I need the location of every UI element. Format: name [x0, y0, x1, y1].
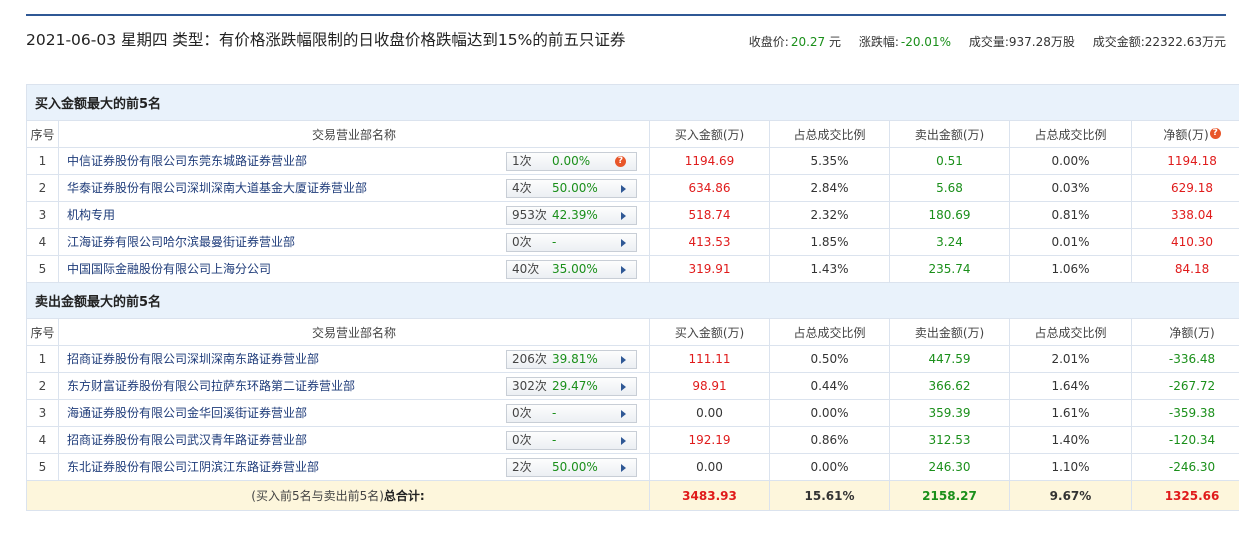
total-label: (买入前5名与卖出前5名)总合计: [26, 480, 650, 511]
seat-name-link[interactable]: 招商证券股份有限公司武汉青年路证券营业部 [67, 431, 307, 448]
column-header: 卖出金额(万) [889, 318, 1010, 346]
column-header: 占总成交比例 [1009, 120, 1132, 148]
column-header: 交易营业部名称 [58, 318, 650, 346]
question-icon[interactable]: ? [615, 156, 626, 167]
seat-table: 买入金额最大的前5名 序号 交易营业部名称 买入金额(万) 占总成交比例 卖出金额(万) 占… [25, 84, 1239, 511]
table-row: 2 华泰证券股份有限公司深圳深南大道基金大厦证券营业部 4次 50.00% 634.86… [26, 174, 1239, 202]
question-icon[interactable]: ? [1209, 127, 1221, 139]
play-arrow-icon [621, 410, 626, 418]
section-header-sell: 卖出金额最大的前5名 [25, 282, 1239, 319]
seat-history-button[interactable]: 206次 39.81% [506, 350, 637, 369]
seat-history-button[interactable]: 302次 29.47% [506, 377, 637, 396]
play-arrow-icon [621, 356, 626, 364]
table-row: 1 招商证券股份有限公司深圳深南东路证券营业部 206次 39.81% 111.11 0.… [26, 345, 1239, 373]
seat-history-button[interactable]: 1次 0.00%? [506, 152, 637, 171]
seat-history-button[interactable]: 2次 50.00% [506, 458, 637, 477]
play-arrow-icon [621, 239, 626, 247]
column-header: 占总成交比例 [769, 120, 890, 148]
column-header: 净额(万) [1130, 318, 1239, 346]
column-header: 占总成交比例 [1009, 318, 1132, 346]
seat-name-cell: 东方财富证券股份有限公司拉萨东环路第二证券营业部 302次 29.47% [58, 372, 650, 400]
seat-name-cell: 中信证券股份有限公司东莞东城路证券营业部 1次 0.00%? [58, 147, 650, 175]
seat-name-link[interactable]: 海通证券股份有限公司金华回溪街证券营业部 [67, 404, 307, 421]
table-row: 5 东北证券股份有限公司江阴滨江东路证券营业部 2次 50.00% 0.00 0.00% 2… [26, 453, 1239, 481]
column-headers: 序号 交易营业部名称 买入金额(万) 占总成交比例 卖出金额(万) 占总成交比例 净额(万) [26, 318, 1239, 346]
seat-name-link[interactable]: 江海证券有限公司哈尔滨最曼街证券营业部 [67, 233, 295, 250]
stat-amount: 成交金额:22322.63万元 [1092, 35, 1226, 49]
seat-name-link[interactable]: 中国国际金融股份有限公司上海分公司 [67, 260, 271, 277]
top-divider [26, 14, 1226, 16]
seat-name-cell: 机构专用 953次 42.39% [58, 201, 650, 229]
play-arrow-icon [621, 383, 626, 391]
stat-close: 收盘价: 20.27 元 [748, 35, 842, 49]
seat-name-cell: 招商证券股份有限公司武汉青年路证券营业部 0次 - [58, 426, 650, 454]
seat-name-link[interactable]: 东方财富证券股份有限公司拉萨东环路第二证券营业部 [67, 377, 355, 394]
seat-history-button[interactable]: 40次 35.00% [506, 260, 637, 279]
table-row: 1 中信证券股份有限公司东莞东城路证券营业部 1次 0.00%? 1194.69 5.35… [26, 147, 1239, 175]
seat-history-button[interactable]: 4次 50.00% [506, 179, 637, 198]
seat-name-cell: 东北证券股份有限公司江阴滨江东路证券营业部 2次 50.00% [58, 453, 650, 481]
seat-name-link[interactable]: 机构专用 [67, 206, 115, 223]
stat-volume: 成交量:937.28万股 [968, 35, 1075, 49]
table-row: 4 招商证券股份有限公司武汉青年路证券营业部 0次 -192.19 0.86% 312.5… [26, 426, 1239, 454]
table-row: 3 机构专用 953次 42.39% 518.74 2.32% 180.69 0.81% 338… [26, 201, 1239, 229]
play-arrow-icon [621, 185, 626, 193]
column-header: 序号 [26, 318, 59, 346]
column-header: 交易营业部名称 [58, 120, 650, 148]
seat-history-button[interactable]: 0次 - [506, 431, 637, 450]
column-headers: 序号 交易营业部名称 买入金额(万) 占总成交比例 卖出金额(万) 占总成交比例 净额(万)… [26, 120, 1239, 148]
play-arrow-icon [621, 437, 626, 445]
seat-history-button[interactable]: 953次 42.39% [506, 206, 637, 225]
seat-name-link[interactable]: 中信证券股份有限公司东莞东城路证券营业部 [67, 152, 307, 169]
stat-change: 涨跌幅: -20.01% [858, 35, 951, 49]
table-row: 3 海通证券股份有限公司金华回溪街证券营业部 0次 -0.00 0.00% 359.39 1… [26, 399, 1239, 427]
seat-name-link[interactable]: 华泰证券股份有限公司深圳深南大道基金大厦证券营业部 [67, 179, 367, 196]
seat-history-button[interactable]: 0次 - [506, 404, 637, 423]
column-header: 净额(万)? [1130, 120, 1239, 148]
seat-name-link[interactable]: 招商证券股份有限公司深圳深南东路证券营业部 [67, 350, 319, 367]
page-title: 2021-06-03 星期四 类型：有价格涨跌幅限制的日收盘价格跌幅达到15%的… [26, 31, 626, 49]
seat-name-link[interactable]: 东北证券股份有限公司江阴滨江东路证券营业部 [67, 458, 319, 475]
column-header: 占总成交比例 [769, 318, 890, 346]
play-arrow-icon [621, 266, 626, 274]
column-header: 卖出金额(万) [889, 120, 1010, 148]
seat-name-cell: 海通证券股份有限公司金华回溪街证券营业部 0次 - [58, 399, 650, 427]
table-row: 2 东方财富证券股份有限公司拉萨东环路第二证券营业部 302次 29.47% 98.91… [26, 372, 1239, 400]
section-header-buy: 买入金额最大的前5名 [25, 84, 1239, 121]
seat-name-cell: 江海证券有限公司哈尔滨最曼街证券营业部 0次 - [58, 228, 650, 256]
table-row: 4 江海证券有限公司哈尔滨最曼街证券营业部 0次 -413.53 1.85% 3.24 0.… [26, 228, 1239, 256]
column-header: 序号 [26, 120, 59, 148]
column-header: 买入金额(万) [649, 318, 770, 346]
play-arrow-icon [621, 464, 626, 472]
seat-name-cell: 华泰证券股份有限公司深圳深南大道基金大厦证券营业部 4次 50.00% [58, 174, 650, 202]
column-header: 买入金额(万) [649, 120, 770, 148]
price-stats: 收盘价: 20.27 元 涨跌幅: -20.01% 成交量:937.28万股 成交金… [735, 33, 1226, 50]
seat-history-button[interactable]: 0次 - [506, 233, 637, 252]
total-row: (买入前5名与卖出前5名)总合计: 3483.93 15.61% 2158.27 9.6… [26, 480, 1239, 511]
table-row: 5 中国国际金融股份有限公司上海分公司 40次 35.00% 319.91 1.43% 23… [26, 255, 1239, 283]
seat-name-cell: 招商证券股份有限公司深圳深南东路证券营业部 206次 39.81% [58, 345, 650, 373]
header: 2021-06-03 星期四 类型：有价格涨跌幅限制的日收盘价格跌幅达到15%的… [26, 30, 1226, 74]
seat-name-cell: 中国国际金融股份有限公司上海分公司 40次 35.00% [58, 255, 650, 283]
play-arrow-icon [621, 212, 626, 220]
